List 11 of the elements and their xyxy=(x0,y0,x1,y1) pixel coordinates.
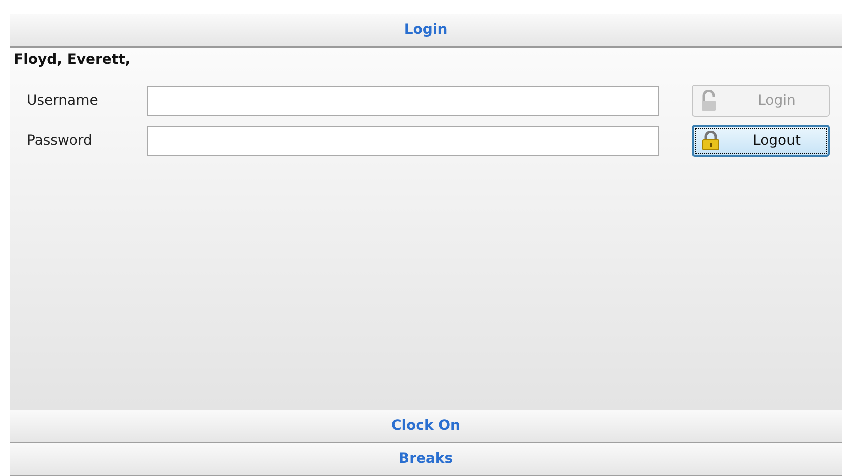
padlock-icon xyxy=(702,131,720,151)
input-field[interactable] xyxy=(147,86,659,116)
section-header[interactable]: Breaks xyxy=(10,443,842,476)
field-label: Username xyxy=(27,93,100,109)
field-label: Password xyxy=(27,133,94,149)
user-name: Floyd, Everett, xyxy=(14,52,132,68)
section-header[interactable]: Login xyxy=(10,14,842,48)
open-padlock-icon xyxy=(701,90,719,112)
logout-button[interactable]: Logout xyxy=(692,125,830,157)
input-field[interactable] xyxy=(147,126,659,156)
section-header[interactable]: Clock On xyxy=(10,410,842,443)
